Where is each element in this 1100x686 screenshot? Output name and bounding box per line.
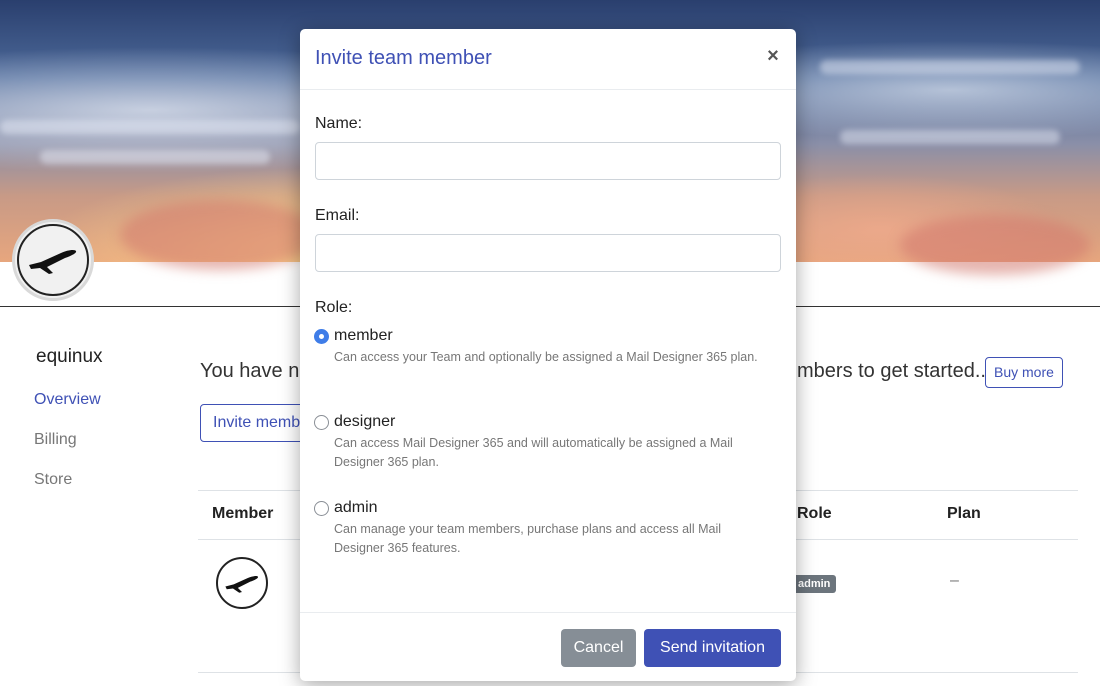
email-input[interactable] xyxy=(315,234,781,272)
role-option-label: designer xyxy=(334,413,396,430)
invite-modal: Invite team member × Name: Email: Role: … xyxy=(300,29,796,681)
role-option-description: Can access Mail Designer 365 and will au… xyxy=(334,436,733,469)
name-label: Name: xyxy=(315,115,363,132)
role-option-description: Can manage your team members, purchase p… xyxy=(334,522,721,555)
radio-button-designer[interactable] xyxy=(314,415,329,430)
modal-title: Invite team member xyxy=(315,47,492,69)
role-option-label: admin xyxy=(334,499,378,516)
cancel-button[interactable]: Cancel xyxy=(561,629,636,667)
role-option-label: member xyxy=(334,327,393,344)
close-icon[interactable]: × xyxy=(763,45,783,67)
modal-header: Invite team member × xyxy=(300,29,796,90)
role-label: Role: xyxy=(315,299,353,316)
role-option-description: Can access your Team and optionally be a… xyxy=(334,350,758,364)
email-label: Email: xyxy=(315,207,360,224)
radio-button-member[interactable] xyxy=(314,329,329,344)
radio-button-admin[interactable] xyxy=(314,501,329,516)
name-input[interactable] xyxy=(315,142,781,180)
send-invitation-button[interactable]: Send invitation xyxy=(644,629,781,667)
modal-footer: Cancel Send invitation xyxy=(300,612,796,681)
